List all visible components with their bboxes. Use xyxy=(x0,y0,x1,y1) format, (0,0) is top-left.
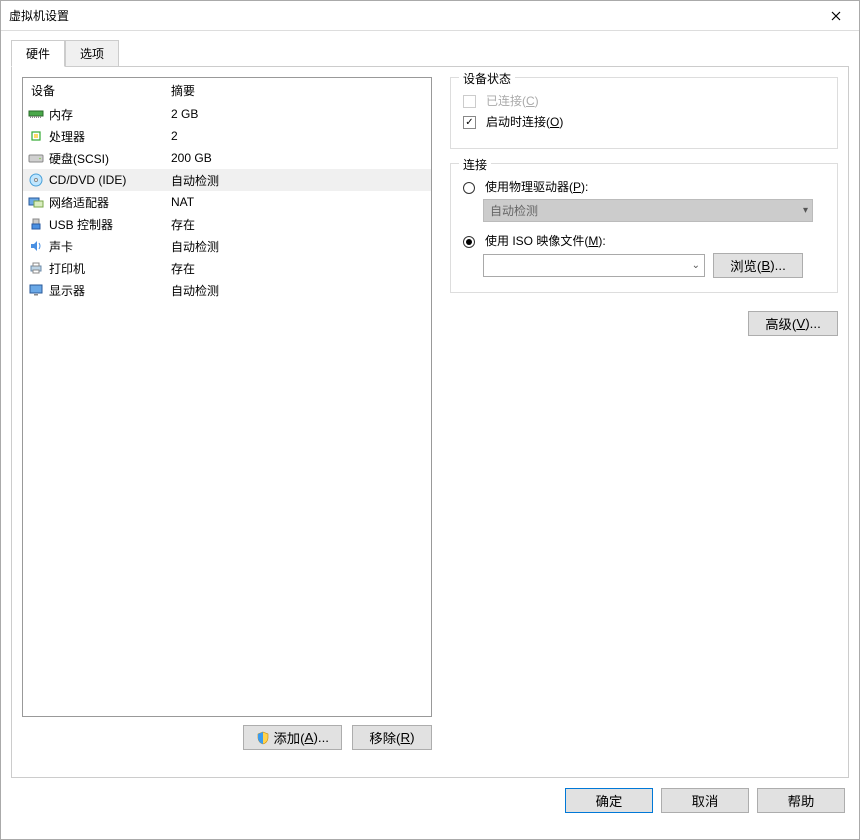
connection-group: 连接 使用物理驱动器(P): 自动检测 ▾ 使用 ISO 映 xyxy=(450,163,838,293)
device-summary: 自动检测 xyxy=(171,172,427,189)
use-physical-radio[interactable] xyxy=(463,182,475,194)
chevron-down-icon: ⌄ xyxy=(692,260,700,271)
device-name: 打印机 xyxy=(49,260,171,277)
connection-title: 连接 xyxy=(459,156,491,173)
device-row-usb[interactable]: USB 控制器存在 xyxy=(23,213,431,235)
use-physical-label: 使用物理驱动器(P): xyxy=(485,178,588,195)
connected-checkbox xyxy=(463,95,476,108)
titlebar: 虚拟机设置 xyxy=(1,1,859,31)
device-list-header: 设备 摘要 xyxy=(23,78,431,103)
device-row-disk[interactable]: 硬盘(SCSI)200 GB xyxy=(23,147,431,169)
help-button[interactable]: 帮助 xyxy=(757,788,845,813)
tab-hardware[interactable]: 硬件 xyxy=(11,40,65,67)
device-name: 硬盘(SCSI) xyxy=(49,150,171,167)
device-summary: NAT xyxy=(171,195,427,209)
net-icon xyxy=(27,194,45,210)
cpu-icon xyxy=(27,128,45,144)
device-summary: 存在 xyxy=(171,260,427,277)
device-name: 声卡 xyxy=(49,238,171,255)
physical-drive-combo: 自动检测 ▾ xyxy=(483,199,813,222)
device-name: 网络适配器 xyxy=(49,194,171,211)
device-summary: 200 GB xyxy=(171,151,427,165)
memory-icon xyxy=(27,106,45,122)
chevron-down-icon: ▾ xyxy=(803,205,808,216)
device-name: 显示器 xyxy=(49,282,171,299)
use-iso-label: 使用 ISO 映像文件(M): xyxy=(485,232,606,249)
display-icon xyxy=(27,282,45,298)
device-status-group: 设备状态 已连接(C) ✓ 启动时连接(O) xyxy=(450,77,838,149)
window-title: 虚拟机设置 xyxy=(9,7,69,24)
tab-options[interactable]: 选项 xyxy=(65,40,119,67)
cd-icon xyxy=(27,172,45,188)
device-row-memory[interactable]: 内存2 GB xyxy=(23,103,431,125)
connect-at-power-checkbox[interactable]: ✓ xyxy=(463,116,476,129)
printer-icon xyxy=(27,260,45,276)
add-button[interactable]: 添加(A)... xyxy=(243,725,342,750)
remove-button[interactable]: 移除(R) xyxy=(352,725,432,750)
advanced-button[interactable]: 高级(V)... xyxy=(748,311,838,336)
browse-button[interactable]: 浏览(B)... xyxy=(713,253,803,278)
device-name: 处理器 xyxy=(49,128,171,145)
device-name: 内存 xyxy=(49,106,171,123)
device-name: CD/DVD (IDE) xyxy=(49,173,171,187)
device-summary: 自动检测 xyxy=(171,238,427,255)
cancel-button[interactable]: 取消 xyxy=(661,788,749,813)
device-row-display[interactable]: 显示器自动检测 xyxy=(23,279,431,301)
close-button[interactable] xyxy=(813,1,859,31)
device-status-title: 设备状态 xyxy=(459,70,515,87)
physical-drive-value: 自动检测 xyxy=(490,202,538,219)
device-summary: 存在 xyxy=(171,216,427,233)
device-row-cpu[interactable]: 处理器2 xyxy=(23,125,431,147)
device-summary: 2 xyxy=(171,129,427,143)
shield-icon xyxy=(256,731,270,745)
device-row-net[interactable]: 网络适配器NAT xyxy=(23,191,431,213)
sound-icon xyxy=(27,238,45,254)
usb-icon xyxy=(27,216,45,232)
iso-path-combo[interactable]: ⌄ xyxy=(483,254,705,277)
disk-icon xyxy=(27,150,45,166)
content: 设备 摘要 内存2 GB处理器2硬盘(SCSI)200 GBCD/DVD (ID… xyxy=(11,66,849,778)
device-name: USB 控制器 xyxy=(49,216,171,233)
use-iso-radio[interactable] xyxy=(463,236,475,248)
device-row-sound[interactable]: 声卡自动检测 xyxy=(23,235,431,257)
device-list[interactable]: 设备 摘要 内存2 GB处理器2硬盘(SCSI)200 GBCD/DVD (ID… xyxy=(22,77,432,717)
dialog-footer: 确定 取消 帮助 xyxy=(1,778,859,813)
header-summary: 摘要 xyxy=(171,82,423,99)
connected-label: 已连接(C) xyxy=(486,92,539,109)
connect-at-power-label: 启动时连接(O) xyxy=(486,113,563,130)
header-device: 设备 xyxy=(31,82,171,99)
device-row-printer[interactable]: 打印机存在 xyxy=(23,257,431,279)
device-summary: 2 GB xyxy=(171,107,427,121)
ok-button[interactable]: 确定 xyxy=(565,788,653,813)
device-summary: 自动检测 xyxy=(171,282,427,299)
close-icon xyxy=(831,11,841,21)
tab-bar: 硬件 选项 xyxy=(11,39,849,66)
device-row-cd[interactable]: CD/DVD (IDE)自动检测 xyxy=(23,169,431,191)
